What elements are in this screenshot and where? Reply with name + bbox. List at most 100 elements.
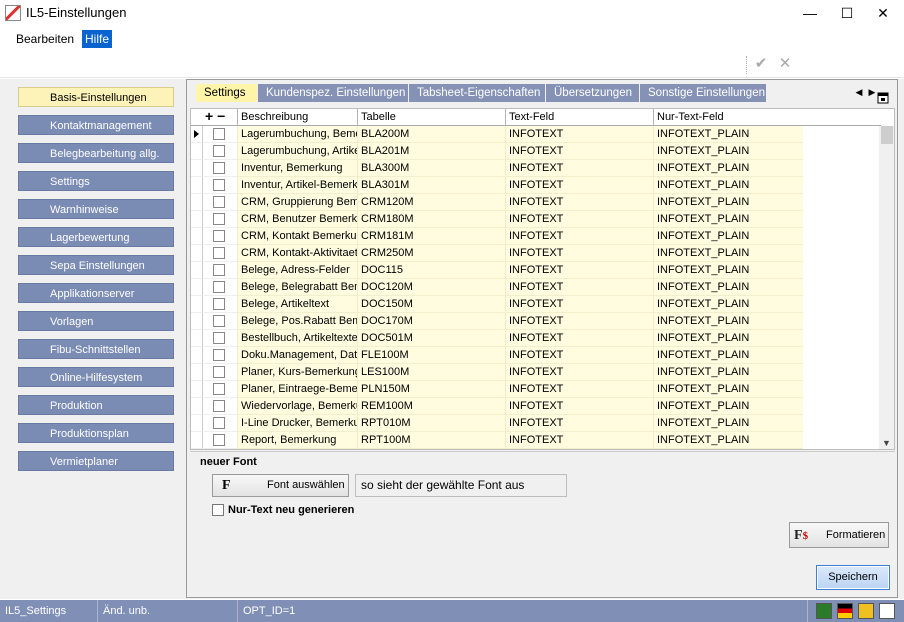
cell-text-feld[interactable]: INFOTEXT [505, 330, 653, 347]
menu-bearbeiten[interactable]: Bearbeiten [13, 30, 77, 48]
cell-nur-text-feld[interactable]: INFOTEXT_PLAIN [653, 194, 803, 211]
minimize-button[interactable]: — [795, 2, 825, 24]
cell-text-feld[interactable]: INFOTEXT [505, 364, 653, 381]
scrollbar-thumb[interactable] [881, 126, 893, 144]
cell-beschreibung[interactable]: Inventur, Bemerkung [237, 160, 357, 177]
row-indicator[interactable] [191, 245, 203, 262]
row-checkbox[interactable] [213, 247, 225, 259]
cell-tabelle[interactable]: DOC170M [357, 313, 505, 330]
cell-tabelle[interactable]: DOC115 [357, 262, 505, 279]
row-checkbox[interactable] [213, 366, 225, 378]
window-list-icon[interactable] [877, 92, 889, 104]
table-row[interactable]: Belege, Pos.Rabatt BemerkungDOC170MINFOT… [191, 313, 881, 330]
cell-text-feld[interactable]: INFOTEXT [505, 381, 653, 398]
nav-fibu-schnittstellen[interactable]: Fibu-Schnittstellen [18, 339, 174, 359]
table-row[interactable]: CRM, Benutzer BemerkungCRM180MINFOTEXTIN… [191, 211, 881, 228]
table-row[interactable]: Belege, Belegrabatt BemerkungDOC120M INFO… [191, 279, 881, 296]
cell-tabelle[interactable]: CRM180M [357, 211, 505, 228]
cell-text-feld[interactable]: INFOTEXT [505, 126, 653, 143]
cell-tabelle[interactable]: LES100M [357, 364, 505, 381]
cell-text-feld[interactable]: INFOTEXT [505, 160, 653, 177]
cell-nur-text-feld[interactable]: INFOTEXT_PLAIN [653, 347, 803, 364]
window-settings-icon[interactable] [879, 603, 895, 619]
table-row[interactable]: CRM, Gruppierung BemerkungCRM120MINFOTEX… [191, 194, 881, 211]
row-checkbox[interactable] [213, 196, 225, 208]
cell-text-feld[interactable]: INFOTEXT [505, 177, 653, 194]
cell-tabelle[interactable]: DOC150M [357, 296, 505, 313]
table-row[interactable]: Lagerumbuchung, ArtikeltextBLA201MINFOTE… [191, 143, 881, 160]
table-row[interactable]: Belege, Adress-Felder DOC115 INFOTEXT INFOT… [191, 262, 881, 279]
cell-tabelle[interactable]: CRM120M [357, 194, 505, 211]
cell-nur-text-feld[interactable]: INFOTEXT_PLAIN [653, 415, 803, 432]
cell-beschreibung[interactable]: Belege, Belegrabatt Bemerkung [237, 279, 357, 296]
col-beschreibung[interactable]: Beschreibung [237, 109, 357, 126]
cell-text-feld[interactable]: INFOTEXT [505, 228, 653, 245]
cell-beschreibung[interactable]: Belege, Pos.Rabatt Bemerkung [237, 313, 357, 330]
cell-beschreibung[interactable]: Belege, Adress-Felder [237, 262, 357, 279]
cell-beschreibung[interactable]: Lagerumbuchung, Artikeltext [237, 143, 357, 160]
row-checkbox[interactable] [213, 213, 225, 225]
row-checkbox[interactable] [213, 264, 225, 276]
tab-uebersetzungen[interactable]: Übersetzungen [546, 84, 639, 102]
cell-tabelle[interactable]: REM100M [357, 398, 505, 415]
row-checkbox[interactable] [213, 434, 225, 446]
row-indicator[interactable] [191, 160, 203, 177]
cell-tabelle[interactable]: DOC120M [357, 279, 505, 296]
table-row[interactable]: I-Line Drucker, BemerkungRPT010MINFOTEXT… [191, 415, 881, 432]
row-checkbox[interactable] [213, 315, 225, 327]
row-checkbox[interactable] [213, 162, 225, 174]
tab-scroll-left-icon[interactable]: ◀ [853, 86, 865, 98]
row-checkbox[interactable] [213, 281, 225, 293]
cancel-icon[interactable]: ✕ [776, 55, 794, 73]
grid-vertical-scrollbar[interactable]: ▼ [879, 126, 894, 449]
row-checkbox[interactable] [213, 179, 225, 191]
cell-tabelle[interactable]: CRM250M [357, 245, 505, 262]
cell-nur-text-feld[interactable]: INFOTEXT_PLAIN [653, 398, 803, 415]
cell-tabelle[interactable]: FLE100M [357, 347, 505, 364]
table-row[interactable]: CRM, Kontakt Bemerkung CRM181M INFOTEXT INF… [191, 228, 881, 245]
row-indicator[interactable] [191, 177, 203, 194]
cell-tabelle[interactable]: RPT010M [357, 415, 505, 432]
row-indicator[interactable] [191, 262, 203, 279]
tab-sonstige-einstellungen[interactable]: Sonstige Einstellungen [640, 84, 766, 102]
row-checkbox[interactable] [213, 128, 225, 140]
cell-tabelle[interactable]: BLA200M [357, 126, 505, 143]
cell-beschreibung[interactable]: Planer, Kurs-Bemerkung [237, 364, 357, 381]
font-select-button[interactable]: F Font auswählen [212, 474, 349, 497]
cell-nur-text-feld[interactable]: INFOTEXT_PLAIN [653, 279, 803, 296]
cell-text-feld[interactable]: INFOTEXT [505, 398, 653, 415]
cell-beschreibung[interactable]: CRM, Kontakt-Aktivitaet [237, 245, 357, 262]
table-row[interactable]: Wiedervorlage, BemerkungREM100MINFOTEXTI… [191, 398, 881, 415]
table-row[interactable]: Belege, Artikeltext DOC150M INFOTEXT INFOTE… [191, 296, 881, 313]
cell-text-feld[interactable]: INFOTEXT [505, 211, 653, 228]
tab-tabsheet-eigenschaften[interactable]: Tabsheet-Eigenschaften [409, 84, 545, 102]
row-indicator[interactable] [191, 211, 203, 228]
tab-settings[interactable]: Settings [196, 84, 257, 102]
maximize-button[interactable]: ☐ [832, 2, 862, 24]
row-indicator[interactable] [191, 126, 203, 143]
nav-basis-einstellungen[interactable]: Basis-Einstellungen [18, 87, 174, 107]
nav-applikationserver[interactable]: Applikationserver [18, 283, 174, 303]
table-row[interactable]: Lagerumbuchung, BemerkungBLA200MINFOTEXT… [191, 126, 881, 143]
menu-hilfe[interactable]: Hilfe [82, 30, 113, 48]
cell-nur-text-feld[interactable]: INFOTEXT_PLAIN [653, 211, 803, 228]
format-button[interactable]: F$ Formatieren [789, 522, 889, 548]
cell-beschreibung[interactable]: Bestellbuch, Artikeltexte [237, 330, 357, 347]
lock-icon[interactable] [858, 603, 874, 619]
cell-beschreibung[interactable]: Lagerumbuchung, Bemerkung [237, 126, 357, 143]
table-row[interactable]: Planer, Kurs-Bemerkung LES100M INFOTEXT INF… [191, 364, 881, 381]
cell-nur-text-feld[interactable]: INFOTEXT_PLAIN [653, 245, 803, 262]
cell-nur-text-feld[interactable]: INFOTEXT_PLAIN [653, 126, 803, 143]
excel-icon[interactable] [816, 603, 832, 619]
nav-produktion[interactable]: Produktion [18, 395, 174, 415]
row-checkbox[interactable] [213, 417, 225, 429]
row-indicator[interactable] [191, 347, 203, 364]
cell-tabelle[interactable]: BLA201M [357, 143, 505, 160]
table-row[interactable]: Inventur, Artikel-BemerkungBLA301MINFOTE… [191, 177, 881, 194]
cell-nur-text-feld[interactable]: INFOTEXT_PLAIN [653, 160, 803, 177]
nav-sepa-einstellungen[interactable]: Sepa Einstellungen [18, 255, 174, 275]
table-row[interactable]: Planer, Eintraege-BemerkungPLN150MINFOTE… [191, 381, 881, 398]
row-checkbox[interactable] [213, 332, 225, 344]
cell-nur-text-feld[interactable]: INFOTEXT_PLAIN [653, 177, 803, 194]
nav-belegbearbeitung[interactable]: Belegbearbeitung allg. [18, 143, 174, 163]
